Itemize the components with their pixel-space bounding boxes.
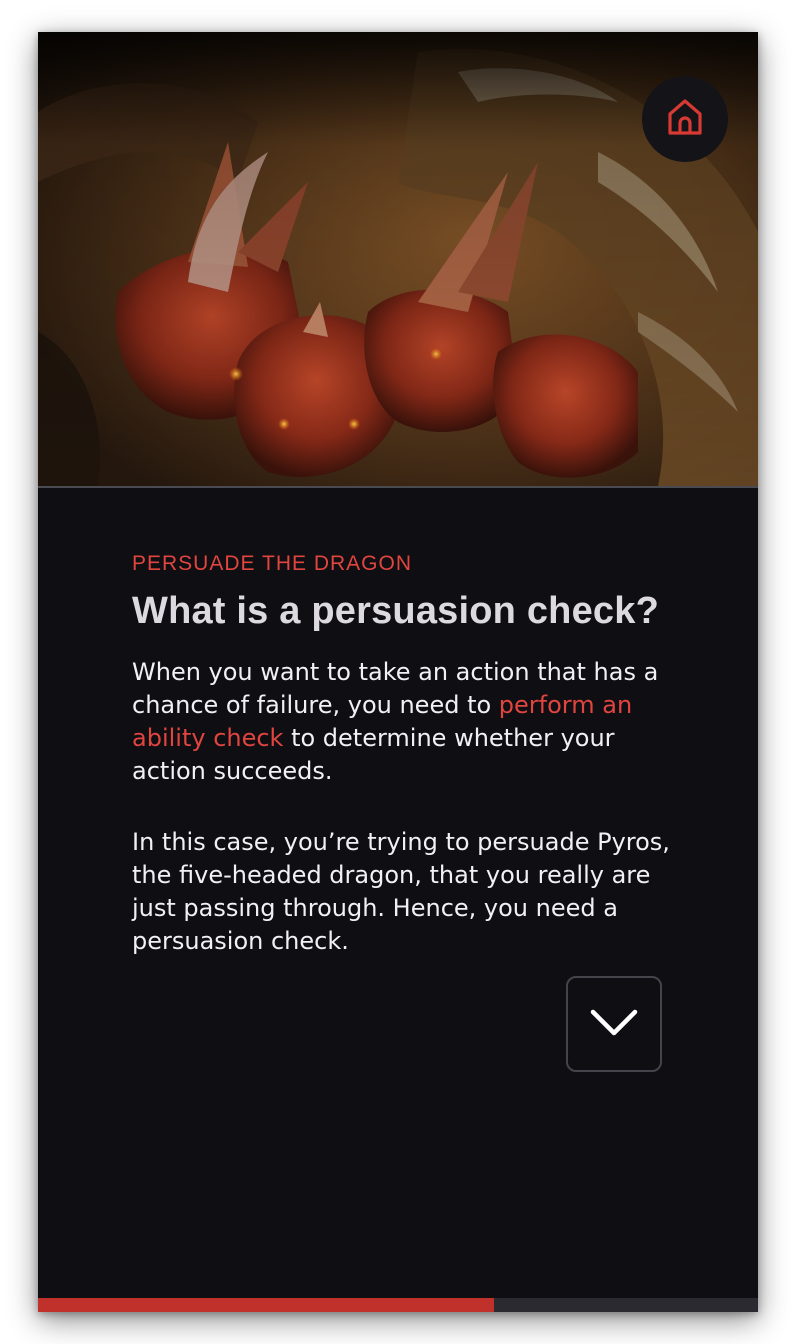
home-icon [663,95,707,144]
lesson-eyebrow: PERSUADE THE DRAGON [132,552,412,575]
hero-divider [38,486,758,488]
lesson-paragraph-2: In this case, you’re trying to persuade … [132,828,670,955]
progress-fill [38,1298,494,1312]
lesson-content: PERSUADE THE DRAGON What is a persuasion… [132,550,672,958]
home-button[interactable] [642,76,728,162]
lesson-screen: PERSUADE THE DRAGON What is a persuasion… [38,32,758,1312]
lesson-paragraph-1: When you want to take an action that has… [132,656,672,788]
next-button[interactable] [566,976,662,1072]
progress-bar [38,1298,758,1312]
chevron-down-icon [589,1007,639,1042]
lesson-title: What is a persuasion check? [132,590,660,632]
